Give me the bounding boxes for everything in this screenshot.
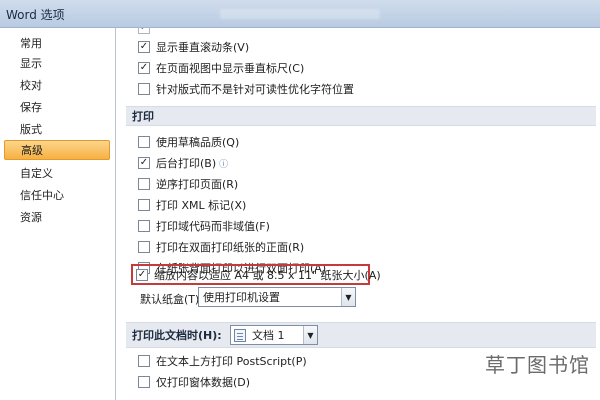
option-label: 缩放内容以适应 A4 或 8.5 x 11" 纸张大小(A)	[154, 269, 381, 282]
background-window-title	[220, 9, 380, 19]
option-print-form-data[interactable]: 仅打印窗体数据(D)	[138, 373, 250, 391]
checkbox-draft-quality[interactable]	[138, 136, 150, 148]
sidebar-item-customize[interactable]: 自定义	[4, 164, 110, 184]
option-reverse-order[interactable]: 逆序打印页面(R)	[138, 175, 238, 193]
checkbox-print-postscript[interactable]	[138, 355, 150, 367]
title-bar: Word 选项	[0, 0, 600, 28]
sidebar-item-proofing[interactable]: 校对	[4, 76, 110, 96]
print-section-header: 打印	[126, 106, 596, 126]
checkbox-background-print[interactable]: ✓	[138, 157, 150, 169]
window-title: Word 选项	[6, 8, 65, 22]
checkbox-vertical-ruler[interactable]: ✓	[138, 62, 150, 74]
print-doc-header-label: 打印此文档时(H):	[132, 329, 222, 342]
option-print-front-side[interactable]: 打印在双面打印纸张的正面(R)	[138, 238, 304, 256]
info-icon: ⓘ	[219, 159, 229, 170]
option-print-field-codes[interactable]: 打印域代码而非域值(F)	[138, 217, 270, 235]
option-label: 显示垂直滚动条(V)	[156, 41, 250, 54]
document-icon	[234, 328, 246, 342]
options-content: ✓ ✓ 显示垂直滚动条(V) ✓ 在页面视图中显示垂直标尺(C) 针对版式而不是…	[116, 28, 600, 400]
option-show-vertical-ruler[interactable]: ✓ 在页面视图中显示垂直标尺(C)	[138, 59, 304, 77]
watermark: 草丁图书馆	[485, 353, 590, 377]
checkbox-vertical-scrollbar[interactable]: ✓	[138, 41, 150, 53]
sidebar-item-display[interactable]: 显示	[4, 54, 110, 74]
option-print-postscript[interactable]: 在文本上方打印 PostScript(P)	[138, 352, 307, 370]
checkbox-scale-to-paper[interactable]: ✓	[136, 269, 148, 281]
default-tray-row: 默认纸盒(T):	[140, 290, 203, 308]
option-draft-quality[interactable]: 使用草稿品质(Q)	[138, 133, 239, 151]
sidebar-item-save[interactable]: 保存	[4, 98, 110, 118]
option-label: 打印 XML 标记(X)	[156, 199, 247, 212]
option-label: 在页面视图中显示垂直标尺(C)	[156, 62, 305, 75]
option-label: 针对版式而不是针对可读性优化字符位置	[156, 83, 354, 96]
option-label: 打印在双面打印纸张的正面(R)	[156, 241, 305, 254]
checkbox-print-form-data[interactable]	[138, 376, 150, 388]
option-label: 仅打印窗体数据(D)	[156, 376, 251, 389]
chevron-down-icon[interactable]: ▼	[303, 326, 317, 344]
sidebar-item-advanced[interactable]: 高级	[4, 140, 110, 160]
checkbox-reverse-order[interactable]	[138, 178, 150, 190]
option-scale-to-paper[interactable]: ✓ 缩放内容以适应 A4 或 8.5 x 11" 纸张大小(A)	[136, 266, 381, 284]
option-print-xml-tags[interactable]: 打印 XML 标记(X)	[138, 196, 246, 214]
print-doc-section-header: 打印此文档时(H):	[126, 322, 596, 348]
option-label: 后台打印(B)	[156, 157, 217, 170]
clipped-row: ✓	[138, 28, 156, 34]
sidebar-item-resources[interactable]: 资源	[4, 208, 110, 228]
sidebar: 常用 显示 校对 保存 版式 高级 自定义 信任中心 资源	[0, 28, 116, 400]
chevron-down-icon[interactable]: ▼	[341, 288, 355, 306]
sidebar-item-trust-center[interactable]: 信任中心	[4, 186, 110, 206]
option-label: 逆序打印页面(R)	[156, 178, 239, 191]
option-label: 使用草稿品质(Q)	[156, 136, 240, 149]
option-background-print[interactable]: ✓ 后台打印(B) ⓘ	[138, 154, 228, 172]
default-tray-label: 默认纸盒(T):	[140, 293, 204, 306]
option-show-vertical-scrollbar[interactable]: ✓ 显示垂直滚动条(V)	[138, 38, 249, 56]
checkbox[interactable]: ✓	[138, 28, 150, 34]
print-doc-select[interactable]: 文档 1 ▼	[230, 325, 318, 345]
sidebar-item-general[interactable]: 常用	[4, 34, 110, 54]
default-tray-value: 使用打印机设置	[203, 291, 280, 304]
print-doc-value: 文档 1	[252, 329, 285, 342]
option-optimize-char-position[interactable]: 针对版式而不是针对可读性优化字符位置	[138, 80, 354, 98]
sidebar-item-typography[interactable]: 版式	[4, 120, 110, 140]
checkbox-print-field-codes[interactable]	[138, 220, 150, 232]
default-tray-select[interactable]: 使用打印机设置 ▼	[198, 287, 356, 307]
checkbox-print-xml-tags[interactable]	[138, 199, 150, 211]
option-label: 在文本上方打印 PostScript(P)	[156, 355, 307, 368]
checkbox-optimize-char-position[interactable]	[138, 83, 150, 95]
option-label: 打印域代码而非域值(F)	[156, 220, 270, 233]
checkbox-print-front-side[interactable]	[138, 241, 150, 253]
